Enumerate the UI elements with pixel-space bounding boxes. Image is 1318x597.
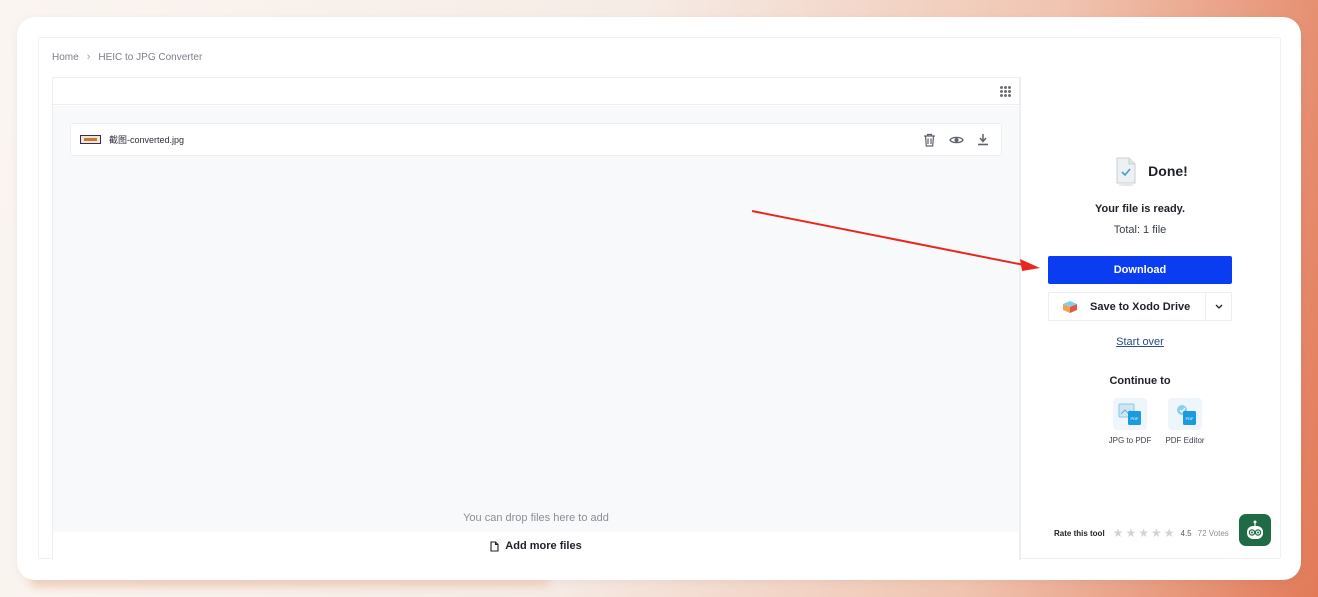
star-icon[interactable]: ★ xyxy=(1164,527,1175,539)
tool-label: PDF Editor xyxy=(1165,436,1205,445)
star-rating[interactable]: ★ ★ ★ ★ ★ xyxy=(1113,527,1175,539)
star-icon[interactable]: ★ xyxy=(1138,527,1149,539)
app-card: Home › HEIC to JPG Converter 截图-converte… xyxy=(17,17,1301,580)
breadcrumb-current: HEIC to JPG Converter xyxy=(98,51,203,63)
breadcrumb: Home › HEIC to JPG Converter xyxy=(52,50,202,64)
rating-score: 4.5 xyxy=(1180,528,1192,538)
file-row: 截图-converted.jpg xyxy=(70,123,1002,156)
robot-icon xyxy=(1247,520,1263,539)
star-icon[interactable]: ★ xyxy=(1151,527,1162,539)
file-add-icon xyxy=(490,540,499,552)
add-more-files-button[interactable]: Add more files xyxy=(53,532,1019,560)
file-workspace: 截图-converted.jpg You can drop files here… xyxy=(52,77,1020,560)
start-over-link[interactable]: Start over xyxy=(1021,336,1259,348)
continue-to-heading: Continue to xyxy=(1109,375,1171,387)
xodo-drive-icon xyxy=(1062,300,1078,314)
result-panel: Done! Your file is ready. Total: 1 file … xyxy=(1020,77,1280,560)
star-icon[interactable]: ★ xyxy=(1113,527,1124,539)
file-name: 截图-converted.jpg xyxy=(109,135,185,145)
done-title: Done! xyxy=(1148,163,1188,179)
save-to-drive-label: Save to Xodo Drive xyxy=(1090,300,1191,313)
rating-row: Rate this tool ★ ★ ★ ★ ★ 4.5 72 Votes xyxy=(1054,527,1229,539)
save-to-drive-control: Save to Xodo Drive xyxy=(1048,292,1232,321)
tool-jpg-to-pdf[interactable]: PDF JPG to PDF xyxy=(1102,398,1158,445)
trash-icon[interactable] xyxy=(921,132,937,148)
save-options-dropdown[interactable] xyxy=(1205,293,1231,320)
file-actions xyxy=(921,132,991,148)
tool-label: JPG to PDF xyxy=(1108,436,1152,445)
tool-pdf-editor[interactable]: PDF PDF Editor xyxy=(1157,398,1213,445)
rating-label: Rate this tool xyxy=(1054,528,1105,538)
grid-view-icon[interactable] xyxy=(1000,86,1011,97)
svg-text:PDF: PDF xyxy=(1131,416,1140,421)
file-check-icon xyxy=(1116,157,1136,186)
workspace-toolbar xyxy=(53,78,1019,105)
save-to-drive-button[interactable]: Save to Xodo Drive xyxy=(1049,293,1205,320)
drop-hint: You can drop files here to add xyxy=(463,512,609,524)
add-more-files-label: Add more files xyxy=(505,540,582,552)
breadcrumb-separator: › xyxy=(86,51,91,63)
pdf-editor-icon: PDF xyxy=(1168,398,1202,430)
file-drop-area[interactable]: 截图-converted.jpg You can drop files here… xyxy=(53,106,1019,532)
chevron-down-icon xyxy=(1215,304,1222,309)
total-files-text: Total: 1 file xyxy=(1113,224,1167,236)
file-thumbnail xyxy=(80,135,101,144)
rating-votes: 72 Votes xyxy=(1197,528,1229,538)
download-button[interactable]: Download xyxy=(1048,256,1232,284)
breadcrumb-home-link[interactable]: Home xyxy=(52,52,79,63)
svg-text:PDF: PDF xyxy=(1186,416,1195,421)
download-icon[interactable] xyxy=(975,132,991,148)
done-header: Done! xyxy=(1021,156,1281,186)
star-icon[interactable]: ★ xyxy=(1125,527,1136,539)
assistant-bot-button[interactable] xyxy=(1239,514,1271,546)
jpg-to-pdf-icon: PDF xyxy=(1113,398,1147,430)
ready-text: Your file is ready. xyxy=(1094,203,1186,215)
eye-icon[interactable] xyxy=(948,132,964,148)
